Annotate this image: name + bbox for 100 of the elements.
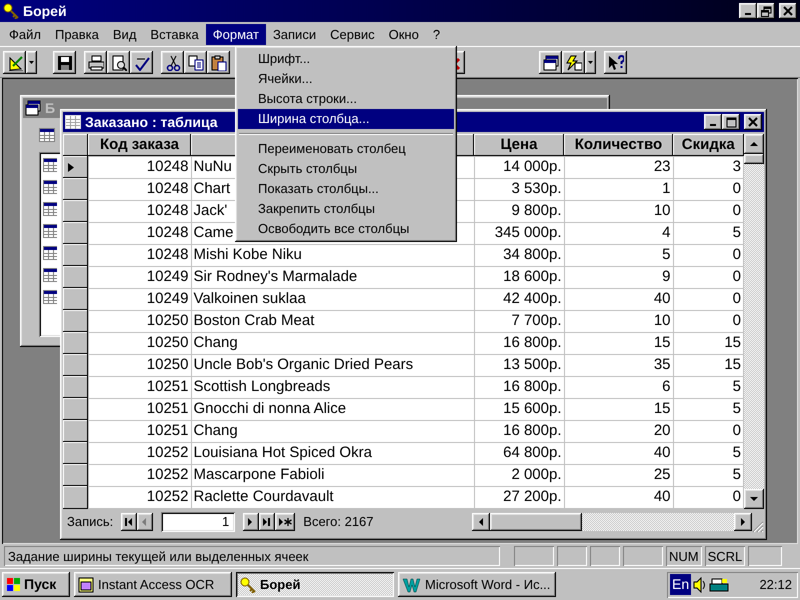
row-selector[interactable]	[63, 376, 88, 398]
menu-item[interactable]: Записи	[266, 24, 324, 44]
first-record-button[interactable]	[121, 513, 138, 531]
menu-item[interactable]: Правка	[48, 24, 106, 44]
scroll-right-button[interactable]	[734, 513, 752, 531]
row-selector[interactable]	[63, 156, 88, 178]
help-button[interactable]	[604, 51, 627, 74]
close-button[interactable]	[744, 114, 762, 130]
last-record-button[interactable]	[259, 513, 276, 531]
row-selector[interactable]	[63, 200, 88, 222]
restore-button[interactable]	[757, 3, 775, 19]
minimize-button[interactable]	[704, 114, 722, 130]
table-icon	[43, 158, 57, 172]
menu-item[interactable]: Переименовать столбец	[238, 139, 454, 159]
horizontal-scrollbar[interactable]	[472, 513, 752, 531]
column-header[interactable]: Код заказа	[88, 134, 191, 156]
scroll-left-button[interactable]	[472, 513, 490, 531]
row-selector[interactable]	[63, 442, 88, 464]
scroll-thumb[interactable]	[490, 513, 582, 531]
row-selector[interactable]	[63, 398, 88, 420]
table-cell: 16 800р.	[474, 332, 564, 354]
dropdown-button[interactable]	[26, 51, 37, 74]
table-icon	[43, 246, 57, 260]
new-record-button[interactable]	[275, 513, 296, 531]
maximize-button[interactable]	[722, 114, 740, 130]
row-selector-header[interactable]	[63, 134, 88, 156]
row-selector[interactable]	[63, 222, 88, 244]
row-selector[interactable]	[63, 420, 88, 442]
table-cell: 10250	[88, 310, 191, 332]
table-cell: 13 500р.	[474, 354, 564, 376]
menu-item[interactable]: Скрыть столбцы	[238, 159, 454, 179]
database-window-button[interactable]	[539, 51, 562, 74]
table-cell: 10251	[88, 376, 191, 398]
minimize-button[interactable]	[739, 3, 757, 19]
menu-item[interactable]: Формат	[206, 24, 266, 44]
menu-item[interactable]: Окно	[382, 24, 426, 44]
word-icon	[402, 576, 421, 592]
next-record-button[interactable]	[243, 513, 260, 531]
paste-button[interactable]	[207, 51, 230, 74]
row-selector[interactable]	[63, 486, 88, 508]
column-header[interactable]: Скидка	[673, 134, 744, 156]
row-selector[interactable]	[63, 354, 88, 376]
record-number-field[interactable]: 1	[161, 512, 236, 532]
menu-item[interactable]: Вставка	[143, 24, 206, 44]
table-icon	[43, 268, 57, 282]
table-icon	[65, 115, 81, 129]
row-selector[interactable]	[63, 332, 88, 354]
menu-item[interactable]: Ячейки...	[238, 69, 454, 89]
new-object-button[interactable]	[562, 51, 585, 74]
maximize-icon	[726, 116, 736, 128]
menu-item[interactable]: ?	[426, 24, 448, 44]
menu-item[interactable]: Закрепить столбцы	[238, 199, 454, 219]
scanner-icon	[78, 576, 94, 592]
table-cell: 0	[673, 200, 744, 222]
row-selector[interactable]	[63, 244, 88, 266]
scroll-down-button[interactable]	[744, 489, 764, 509]
menu-item[interactable]: Сервис	[323, 24, 382, 44]
start-button[interactable]: Пуск	[2, 572, 70, 597]
row-selector[interactable]	[63, 178, 88, 200]
table-cell: 10252	[88, 464, 191, 486]
window-title: Б	[45, 98, 56, 118]
table-cell: 15	[564, 332, 673, 354]
checkmark-icon	[134, 54, 150, 70]
menu-item[interactable]: Показать столбцы...	[238, 179, 454, 199]
design-view-button[interactable]	[3, 51, 26, 74]
vertical-scrollbar[interactable]	[744, 134, 764, 509]
language-indicator[interactable]: En	[670, 574, 692, 595]
menu-item[interactable]: Высота строки...	[238, 89, 454, 109]
table-cell: Uncle Bob's Organic Dried Pears	[191, 354, 474, 376]
copy-button[interactable]	[184, 51, 207, 74]
column-header[interactable]: Количество	[564, 134, 673, 156]
table-cell: 16 800р.	[474, 376, 564, 398]
table-cell: Raclette Courdavault	[191, 486, 474, 508]
row-selector[interactable]	[63, 288, 88, 310]
menu-item[interactable]: Файл	[2, 24, 48, 44]
menu-item[interactable]: Ширина столбца...	[238, 109, 454, 129]
row-selector[interactable]	[63, 266, 88, 288]
taskbar-button[interactable]: Instant Access OCR	[74, 572, 232, 597]
status-panel	[557, 546, 587, 566]
table-cell: 0	[673, 486, 744, 508]
taskbar-button[interactable]: Борей	[236, 572, 394, 597]
key-icon	[240, 576, 256, 592]
table-cell: 20	[564, 420, 673, 442]
print-button[interactable]	[84, 51, 107, 74]
row-selector[interactable]	[63, 464, 88, 486]
scroll-thumb[interactable]	[744, 154, 764, 164]
taskbar-button[interactable]: Microsoft Word - Ис...	[398, 572, 556, 597]
scroll-up-button[interactable]	[744, 134, 764, 154]
spelling-button[interactable]	[130, 51, 153, 74]
table-cell: 0	[673, 178, 744, 200]
menu-item[interactable]: Вид	[106, 24, 144, 44]
row-selector[interactable]	[63, 310, 88, 332]
table-cell: 0	[673, 266, 744, 288]
dropdown-button[interactable]	[585, 51, 596, 74]
save-button[interactable]	[53, 51, 76, 74]
cut-button[interactable]	[161, 51, 184, 74]
column-header[interactable]: Цена	[474, 134, 564, 156]
menu-item[interactable]: Шрифт...	[238, 49, 454, 69]
close-button[interactable]	[779, 3, 797, 19]
print-preview-button[interactable]	[107, 51, 130, 74]
